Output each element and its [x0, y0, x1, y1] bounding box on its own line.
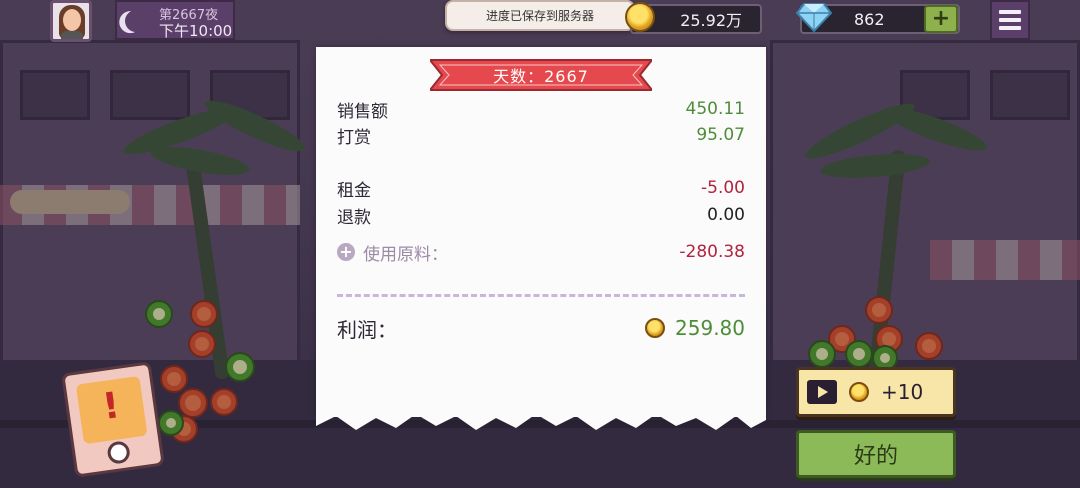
- tips-row: 打赏 95.07: [337, 123, 745, 148]
- coin-icon: [625, 2, 655, 32]
- menu-button[interactable]: [990, 0, 1030, 40]
- sales-value: 450.11: [685, 99, 745, 119]
- time-label: 下午10:00: [159, 22, 233, 40]
- refund-row: 退款 0.00: [337, 203, 745, 228]
- tips-value: 95.07: [696, 125, 745, 145]
- watch-ad-bonus-button[interactable]: +10: [796, 367, 956, 417]
- ingredients-row[interactable]: + 使用原料： -280.38: [337, 240, 745, 265]
- rent-row: 租金 -5.00: [337, 176, 745, 201]
- gem-balance-value: 862: [854, 9, 885, 29]
- receipt-torn-edge: [316, 410, 766, 430]
- save-toast: 进度已保存到服务器: [445, 0, 635, 31]
- ad-reward-value: +10: [881, 380, 924, 404]
- alert-dot: [106, 440, 132, 465]
- ok-button[interactable]: 好的: [796, 430, 956, 478]
- coin-balance-value: 25.92万: [680, 11, 742, 30]
- rent-label: 租金: [337, 180, 371, 201]
- profit-label: 利润：: [337, 317, 397, 342]
- coin-icon: [645, 318, 666, 338]
- ingredients-label: 使用原料：: [363, 244, 448, 265]
- refund-label: 退款: [337, 207, 371, 228]
- expand-plus-icon: +: [337, 243, 355, 261]
- profit-row: 利润： 259.80: [337, 314, 745, 342]
- tips-label: 打赏: [337, 127, 371, 148]
- play-video-icon: [807, 380, 837, 404]
- receipt-divider: [337, 294, 745, 297]
- rent-value: -5.00: [701, 178, 745, 198]
- profit-value: 259.80: [675, 316, 745, 340]
- plus-icon: +: [931, 6, 951, 31]
- sales-row: 销售额 450.11: [337, 97, 745, 122]
- alert-icon: [75, 375, 148, 445]
- moon-icon: [122, 7, 150, 35]
- buy-gems-button[interactable]: +: [924, 5, 958, 33]
- alert-card[interactable]: [61, 361, 165, 478]
- ingredients-expand[interactable]: + 使用原料：: [337, 240, 448, 265]
- menu-icon: [999, 10, 1021, 14]
- coin-icon: [849, 382, 869, 402]
- day-banner-label: 天数：2667: [493, 67, 589, 86]
- diamond-icon: [796, 3, 832, 32]
- player-avatar[interactable]: [50, 0, 92, 42]
- refund-value: 0.00: [707, 205, 745, 225]
- day-time-panel: 第2667夜 下午10:00: [115, 0, 235, 40]
- sales-label: 销售额: [337, 101, 388, 122]
- ingredients-value: -280.38: [679, 242, 745, 262]
